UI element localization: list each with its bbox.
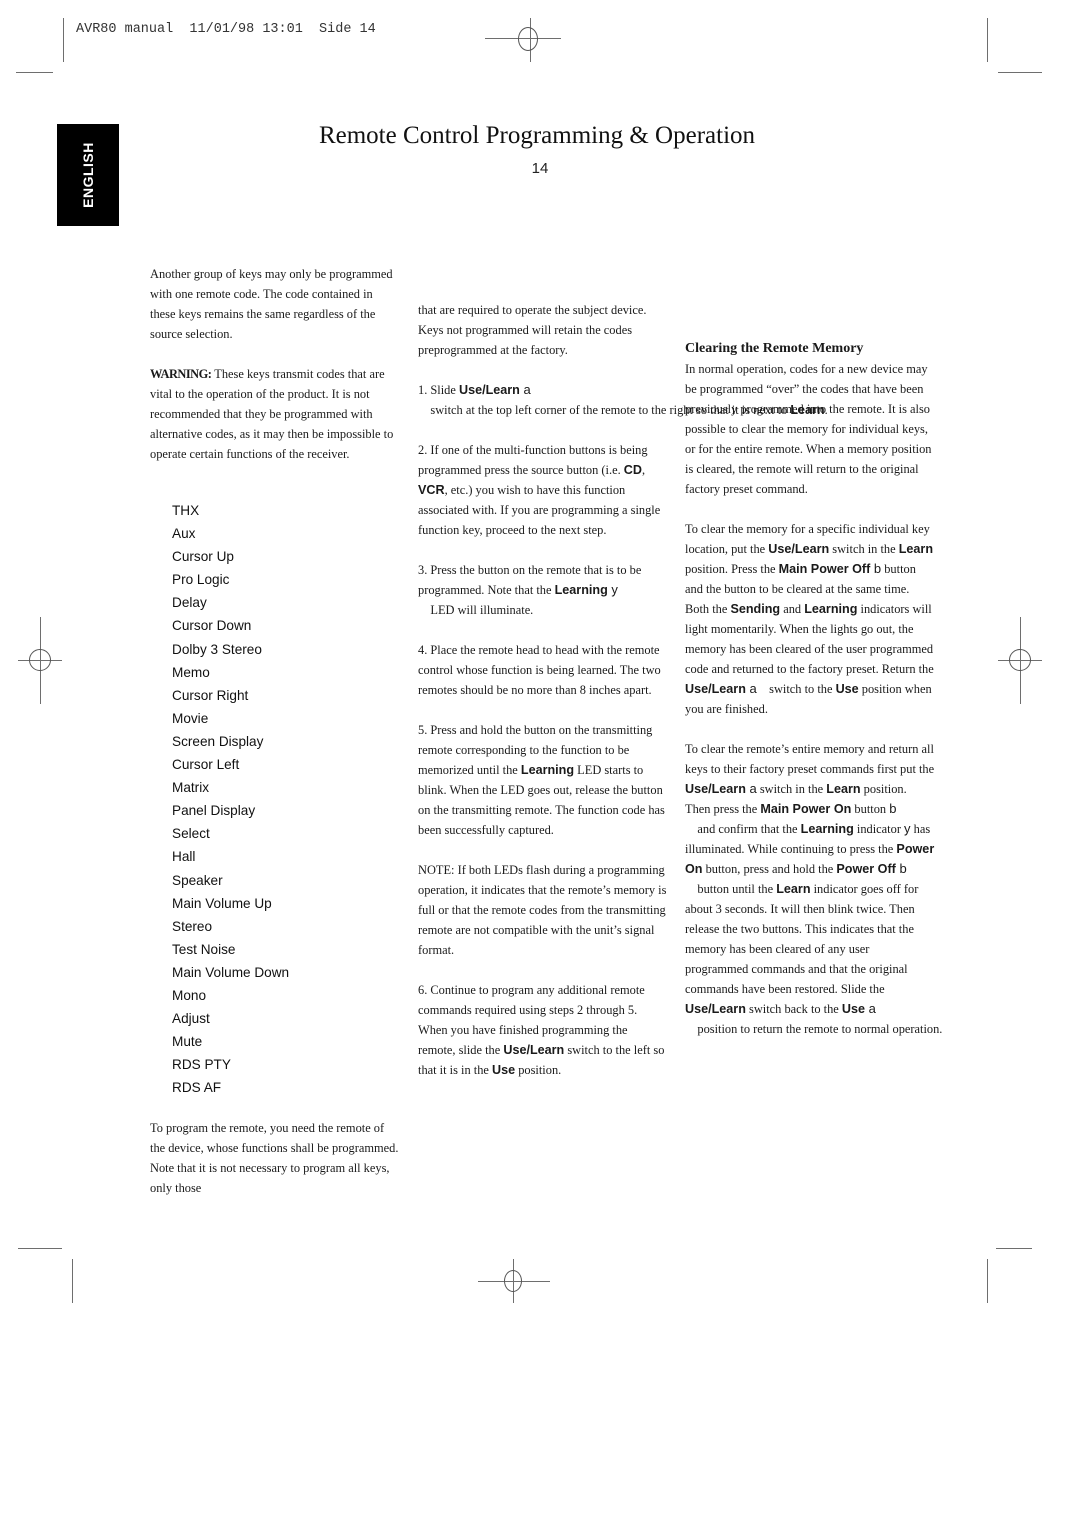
column-1: Another group of keys may only be progra… <box>150 264 400 484</box>
key-list-item: Hall <box>172 849 196 865</box>
clear-single-key-paragraph: To clear the memory for a specific indiv… <box>685 522 934 716</box>
key-list-item: Test Noise <box>172 941 236 957</box>
crop-mark <box>16 72 53 73</box>
key-list-item: Cursor Right <box>172 687 249 703</box>
continuation-paragraph: that are required to operate the subject… <box>418 303 647 357</box>
note-paragraph: NOTE: If both LEDs flash during a progra… <box>418 863 667 957</box>
crop-mark <box>998 72 1042 73</box>
step-5: 5. Press and hold the button on the tran… <box>418 723 665 837</box>
key-list-item: Speaker <box>172 872 223 888</box>
key-list-item: Main Volume Down <box>172 964 290 980</box>
crop-mark <box>18 1248 62 1249</box>
key-list-item: Cursor Up <box>172 549 234 565</box>
key-list-item: RDS PTY <box>172 1057 231 1073</box>
crop-mark <box>987 18 988 62</box>
intro-paragraph: Another group of keys may only be progra… <box>150 267 393 341</box>
key-list-item: Cursor Down <box>172 618 252 634</box>
crop-mark <box>72 1259 73 1303</box>
key-list-item: Movie <box>172 710 209 726</box>
key-list-item: Mono <box>172 987 207 1003</box>
key-list-item: Screen Display <box>172 733 264 749</box>
key-list-item: RDS AF <box>172 1080 222 1096</box>
step-2: 2. If one of the multi-function buttons … <box>418 443 661 537</box>
key-list-item: Mute <box>172 1034 203 1050</box>
key-list-item: Cursor Left <box>172 757 240 773</box>
crop-mark <box>63 18 64 62</box>
key-list-item: Dolby 3 Stereo <box>172 641 262 657</box>
crop-mark <box>996 1248 1032 1249</box>
step-6: 6. Continue to program any additional re… <box>418 983 665 1077</box>
key-list-item: Adjust <box>172 1011 210 1027</box>
print-slug: AVR80 manual 11/01/98 13:01 Side 14 <box>76 22 376 37</box>
crop-mark <box>987 1259 988 1303</box>
key-list-item: Pro Logic <box>172 572 230 588</box>
column-1-outro: To program the remote, you need the remo… <box>150 1118 400 1218</box>
key-list-item: Panel Display <box>172 803 256 819</box>
page-title: Remote Control Programming & Operation <box>318 122 756 149</box>
column-2: that are required to operate the subject… <box>418 300 828 1100</box>
outro-paragraph: To program the remote, you need the remo… <box>150 1121 399 1195</box>
section-heading: Clearing the Remote Memory <box>685 341 864 356</box>
page-number: 14 <box>531 160 549 177</box>
key-list-item: THX <box>172 503 200 518</box>
step-1: 1. Slide Use/Learn a switch at the top l… <box>418 382 828 417</box>
key-list-item: Main Volume Up <box>172 895 272 911</box>
key-list-item: Select <box>172 826 210 842</box>
warning-paragraph: WARNING: These keys transmit codes that … <box>150 367 394 461</box>
key-list-item: Matrix <box>172 780 210 796</box>
column-3: Clearing the Remote Memory In normal ope… <box>685 339 943 1059</box>
key-list-item: Aux <box>172 526 196 542</box>
step-4: 4. Place the remote head to head with th… <box>418 643 661 697</box>
single-code-key-list: THX Aux Cursor Up Pro Logic Delay Cursor Down… <box>172 499 289 1099</box>
clearing-intro: In normal operation, codes for a new dev… <box>685 362 932 496</box>
clear-entire-memory-paragraph: To clear the remote’s entire memory and … <box>685 742 943 1036</box>
key-list-item: Memo <box>172 664 210 680</box>
step-3: 3. Press the button on the remote that i… <box>418 563 642 617</box>
key-list-item: Stereo <box>172 918 213 934</box>
key-list-item: Delay <box>172 595 207 611</box>
warning-label: WARNING: <box>150 367 212 381</box>
